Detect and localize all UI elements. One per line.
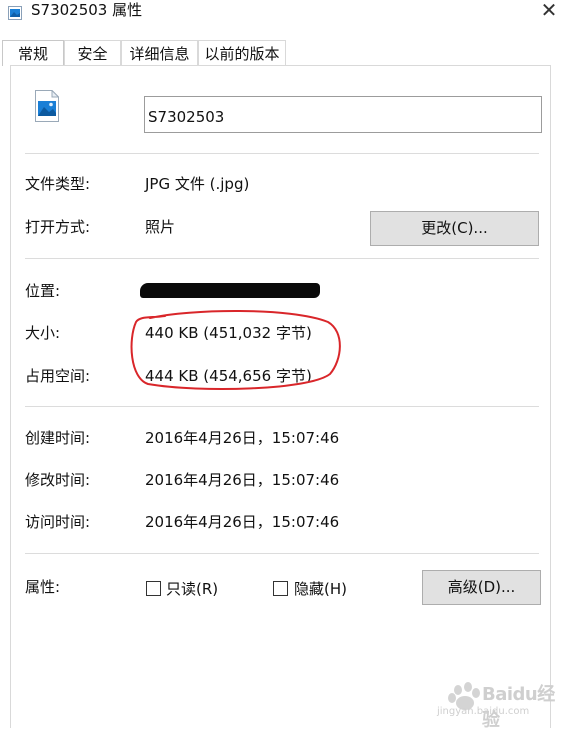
hidden-checkbox[interactable] bbox=[273, 581, 288, 596]
attributes-label: 属性: bbox=[25, 578, 61, 596]
hidden-label[interactable]: 隐藏(H) bbox=[294, 579, 347, 599]
general-panel bbox=[10, 65, 551, 728]
advanced-button[interactable]: 高级(D)... bbox=[422, 570, 541, 605]
opens-with-label: 打开方式: bbox=[25, 218, 91, 236]
tab-general[interactable]: 常规 bbox=[2, 40, 64, 66]
size-on-disk-value: 444 KB (454,656 字节) bbox=[145, 367, 312, 385]
created-value: 2016年4月26日，15:07:46 bbox=[145, 429, 340, 447]
image-file-icon bbox=[35, 90, 59, 122]
size-label: 大小: bbox=[25, 324, 61, 342]
divider bbox=[25, 406, 539, 407]
divider bbox=[25, 153, 539, 154]
modified-value: 2016年4月26日，15:07:46 bbox=[145, 471, 340, 489]
title-bar: S7302503 属性 ✕ bbox=[0, 0, 561, 30]
window-title: S7302503 属性 bbox=[31, 1, 143, 19]
created-label: 创建时间: bbox=[25, 429, 91, 447]
divider bbox=[25, 258, 539, 259]
divider bbox=[25, 553, 539, 554]
watermark-url: jingyan.baidu.com bbox=[437, 706, 530, 717]
tab-previous-versions[interactable]: 以前的版本 bbox=[198, 40, 286, 66]
readonly-checkbox[interactable] bbox=[146, 581, 161, 596]
change-button[interactable]: 更改(C)... bbox=[370, 211, 539, 246]
close-button[interactable]: ✕ bbox=[537, 0, 561, 22]
file-type-label: 文件类型: bbox=[25, 175, 91, 193]
tab-details[interactable]: 详细信息 bbox=[121, 40, 198, 66]
size-value: 440 KB (451,032 字节) bbox=[145, 324, 312, 342]
opens-with-value: 照片 bbox=[145, 218, 176, 236]
redacted-location bbox=[140, 283, 320, 298]
location-label: 位置: bbox=[25, 282, 61, 300]
readonly-label[interactable]: 只读(R) bbox=[166, 579, 218, 599]
accessed-label: 访问时间: bbox=[25, 513, 91, 531]
image-file-icon bbox=[8, 6, 22, 20]
tab-security[interactable]: 安全 bbox=[64, 40, 121, 66]
file-name-input[interactable] bbox=[144, 96, 542, 133]
modified-label: 修改时间: bbox=[25, 471, 91, 489]
file-type-value: JPG 文件 (.jpg) bbox=[145, 175, 250, 193]
size-on-disk-label: 占用空间: bbox=[25, 367, 91, 385]
accessed-value: 2016年4月26日，15:07:46 bbox=[145, 513, 340, 531]
